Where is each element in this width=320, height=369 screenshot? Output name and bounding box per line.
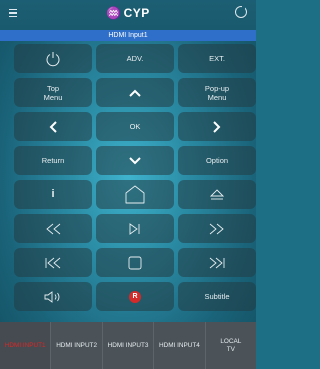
ok-button[interactable]: OK (96, 112, 174, 141)
brand-name: CYP (123, 6, 150, 20)
brand-logo: ♒ CYP (0, 6, 256, 20)
speaker-icon (44, 290, 60, 303)
popup-menu-button[interactable]: Pop-up Menu (178, 78, 256, 107)
right-arrow-button[interactable] (178, 112, 256, 141)
tab-local-tv[interactable]: LOCAL TV (206, 322, 256, 369)
adv-button[interactable]: ADV. (96, 44, 174, 73)
refresh-power-icon[interactable] (235, 5, 247, 18)
chevron-right-icon (213, 120, 221, 133)
up-arrow-button[interactable] (96, 78, 174, 107)
popup-menu-label: Pop-up Menu (204, 83, 230, 102)
rewind-icon (46, 223, 61, 234)
next-track-button[interactable] (178, 248, 256, 277)
power-button[interactable] (14, 44, 92, 73)
record-icon: R (129, 290, 141, 303)
app-header: ♒ CYP (0, 0, 256, 30)
record-button[interactable]: R (96, 282, 174, 311)
eject-button[interactable] (178, 180, 256, 209)
home-icon (125, 185, 145, 203)
audio-button[interactable] (14, 282, 92, 311)
tab-local-tv-label: LOCAL TV (220, 337, 242, 353)
current-input-bar: HDMI Input1 (0, 30, 256, 41)
chevron-down-icon (129, 156, 141, 164)
previous-track-button[interactable] (14, 248, 92, 277)
play-pause-icon (129, 222, 140, 235)
left-arrow-button[interactable] (14, 112, 92, 141)
down-arrow-button[interactable] (96, 146, 174, 175)
home-button[interactable] (96, 180, 174, 209)
remote-app: ♒ CYP HDMI Input1 ADV. EXT. Top Menu Pop-… (0, 0, 256, 369)
fast-forward-icon (209, 223, 224, 234)
info-icon: i (51, 188, 55, 200)
tab-hdmi-input4[interactable]: HDMI INPUT4 (154, 322, 206, 369)
skip-previous-icon (45, 257, 61, 268)
info-button[interactable]: i (14, 180, 92, 209)
power-icon (46, 51, 60, 66)
rewind-button[interactable] (14, 214, 92, 243)
stop-icon (128, 256, 142, 269)
brand-mark-icon: ♒ (106, 6, 122, 20)
input-tab-bar: HDMI INPUT1 HDMI INPUT2 HDMI INPUT3 HDMI… (0, 322, 256, 369)
eject-icon (210, 188, 224, 199)
chevron-up-icon (129, 89, 141, 97)
subtitle-button[interactable]: Subtitle (178, 282, 256, 311)
fast-forward-button[interactable] (178, 214, 256, 243)
return-button[interactable]: Return (14, 146, 92, 175)
skip-next-icon (209, 257, 225, 268)
chevron-left-icon (49, 120, 57, 133)
tab-hdmi-input1[interactable]: HDMI INPUT1 (0, 322, 52, 369)
top-menu-button[interactable]: Top Menu (14, 78, 92, 107)
tab-hdmi-input2[interactable]: HDMI INPUT2 (51, 322, 103, 369)
ext-button[interactable]: EXT. (178, 44, 256, 73)
record-label: R (132, 292, 138, 300)
option-button[interactable]: Option (178, 146, 256, 175)
tab-hdmi-input3[interactable]: HDMI INPUT3 (103, 322, 155, 369)
play-pause-button[interactable] (96, 214, 174, 243)
top-menu-label: Top Menu (43, 83, 63, 102)
stop-button[interactable] (96, 248, 174, 277)
